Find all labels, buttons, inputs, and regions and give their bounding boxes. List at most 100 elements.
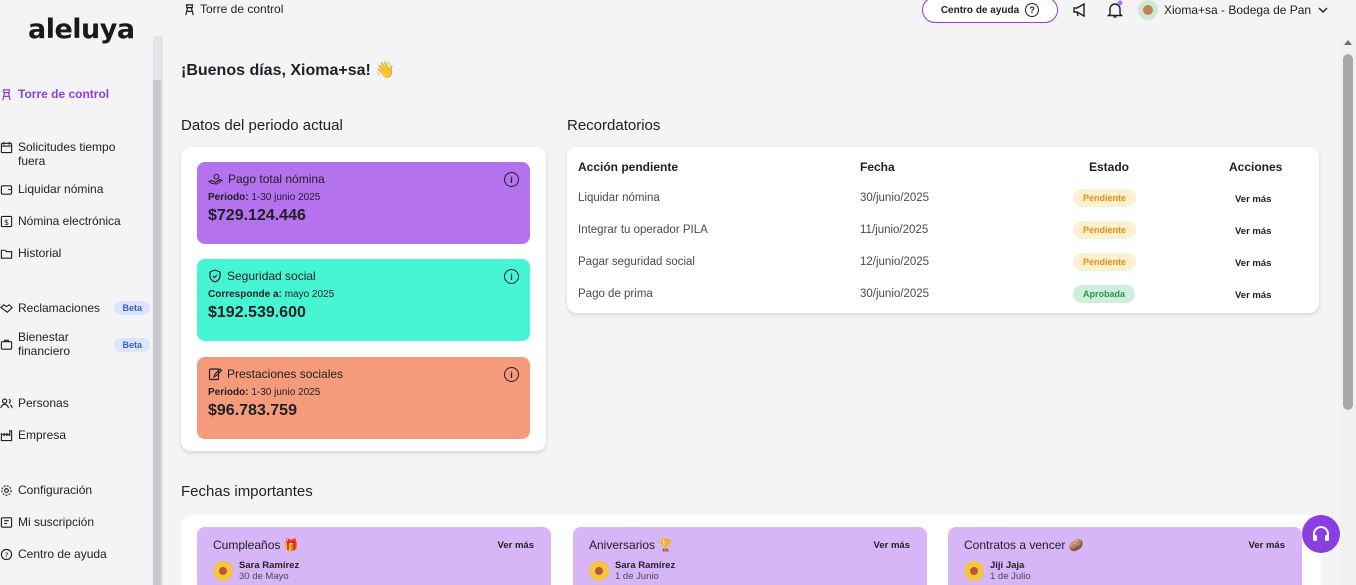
sidebar: aleluya Torre de control Solicitudes tie… bbox=[0, 0, 163, 585]
person-entry: Jiji Jaja 1 de Julio bbox=[964, 560, 1031, 582]
greeting-heading: ¡Buenos días, Xioma+sa! 👋 bbox=[181, 62, 396, 79]
svg-text:?: ? bbox=[5, 550, 9, 559]
sidebar-item-label: Personas bbox=[18, 396, 69, 410]
ver-mas-link[interactable]: Ver más bbox=[1235, 258, 1271, 269]
scroll-up-icon[interactable] bbox=[1344, 40, 1352, 45]
card-title: Contratos a vencer 🥔 bbox=[964, 538, 1084, 552]
beta-badge: Beta bbox=[114, 338, 150, 352]
ver-mas-link[interactable]: Ver más bbox=[874, 540, 910, 551]
help-circle-icon: ? bbox=[0, 548, 13, 561]
column-header-date: Fecha bbox=[860, 160, 895, 174]
info-icon[interactable]: i bbox=[504, 269, 519, 284]
ver-mas-link[interactable]: Ver más bbox=[1235, 290, 1271, 301]
main-scroll-thumb[interactable] bbox=[1343, 54, 1353, 410]
card-title: Cumpleaños 🎁 bbox=[213, 538, 299, 552]
chevron-down-icon bbox=[1318, 7, 1328, 13]
sidebar-item-solicitudes[interactable]: Solicitudes tiempo fuera bbox=[0, 140, 150, 168]
sidebar-item-configuracion[interactable]: Configuración bbox=[0, 483, 150, 497]
aleluya-logo[interactable]: aleluya bbox=[28, 14, 135, 45]
status-badge: Pendiente bbox=[1073, 189, 1137, 207]
support-chat-button[interactable] bbox=[1302, 515, 1340, 553]
sidebar-item-label: Historial bbox=[18, 246, 62, 260]
sidebar-item-label: Solicitudes tiempo fuera bbox=[18, 140, 116, 168]
svg-text:$: $ bbox=[4, 217, 9, 227]
reminder-date: 11/junio/2025 bbox=[860, 224, 929, 236]
breadcrumb-label: Torre de control bbox=[200, 2, 284, 16]
dollar-doc-icon: $ bbox=[0, 215, 13, 228]
expiring-contracts-card[interactable]: Contratos a vencer 🥔 Ver más Jiji Jaja 1 … bbox=[948, 527, 1302, 585]
card-title: Prestaciones sociales bbox=[227, 367, 344, 381]
sidebar-item-nomina-electronica[interactable]: $ Nómina electrónica bbox=[0, 214, 150, 228]
sidebar-item-label: Liquidar nómina bbox=[18, 182, 104, 196]
handshake-icon bbox=[0, 304, 13, 313]
social-benefits-card[interactable]: Prestaciones sociales i Periodo: 1-30 ju… bbox=[197, 357, 530, 439]
sidebar-item-label: Torre de control bbox=[18, 87, 110, 101]
sidebar-item-label: Nómina electrónica bbox=[18, 214, 121, 228]
sidebar-scroll-thumb[interactable] bbox=[153, 80, 161, 585]
column-header-actions: Acciones bbox=[1229, 160, 1283, 174]
sidebar-item-label: Centro de ayuda bbox=[18, 547, 107, 561]
sidebar-item-label: Empresa bbox=[18, 428, 67, 442]
info-icon[interactable]: i bbox=[504, 367, 519, 382]
dates-section-title: Fechas importantes bbox=[181, 483, 313, 500]
avatar bbox=[964, 561, 984, 581]
question-icon: ? bbox=[1025, 3, 1040, 17]
column-header-status: Estado bbox=[1089, 160, 1130, 174]
status-badge: Pendiente bbox=[1073, 253, 1137, 271]
user-name: Xioma+sa - Bodega de Pan bbox=[1164, 3, 1312, 17]
ver-mas-link[interactable]: Ver más bbox=[1235, 194, 1271, 205]
sidebar-item-label: Mi suscripción bbox=[18, 515, 95, 529]
briefcase-icon bbox=[0, 339, 13, 350]
period-label: Corresponde a: bbox=[208, 289, 282, 300]
card-amount: $192.539.600 bbox=[208, 304, 306, 321]
main-scrollbar[interactable] bbox=[1340, 36, 1356, 585]
user-menu[interactable]: Xioma+sa - Bodega de Pan bbox=[1138, 0, 1329, 20]
ver-mas-link[interactable]: Ver más bbox=[498, 540, 534, 551]
sidebar-item-centro-de-ayuda[interactable]: ? Centro de ayuda bbox=[0, 547, 150, 561]
period-value: 1-30 junio 2025 bbox=[251, 192, 321, 203]
birthdays-card[interactable]: Cumpleaños 🎁 Ver más Sara Ramírez 30 de M… bbox=[197, 527, 551, 585]
help-center-button[interactable]: Centro de ayuda ? bbox=[922, 0, 1058, 23]
money-hand-icon bbox=[208, 173, 223, 185]
period-label: Periodo: bbox=[208, 192, 249, 203]
megaphone-icon[interactable] bbox=[1071, 0, 1091, 20]
subscription-icon bbox=[0, 517, 13, 528]
top-header: Torre de control Centro de ayuda ? Xioma… bbox=[163, 0, 1343, 36]
sidebar-item-empresa[interactable]: Empresa bbox=[0, 428, 150, 442]
info-icon[interactable]: i bbox=[504, 172, 519, 187]
sidebar-item-bienestar[interactable]: Bienestar financiero Beta bbox=[0, 330, 150, 358]
person-date: 1 de Junio bbox=[615, 571, 659, 582]
sidebar-scrollbar[interactable] bbox=[153, 36, 163, 585]
card-title: Aniversarios 🏆 bbox=[589, 538, 674, 552]
reminder-action: Pagar seguridad social bbox=[578, 256, 695, 268]
ver-mas-link[interactable]: Ver más bbox=[1249, 540, 1285, 551]
sidebar-item-mi-suscripcion[interactable]: Mi suscripción bbox=[0, 515, 150, 529]
anniversaries-card[interactable]: Aniversarios 🏆 Ver más Sara Ramírez 1 de … bbox=[573, 527, 927, 585]
person-name: Jiji Jaja bbox=[990, 560, 1025, 571]
sidebar-item-personas[interactable]: Personas bbox=[0, 396, 150, 410]
reminders-section-title: Recordatorios bbox=[567, 117, 661, 134]
reminder-date: 12/junio/2025 bbox=[860, 256, 930, 268]
sidebar-item-reclamaciones[interactable]: Reclamaciones Beta bbox=[0, 301, 150, 315]
beta-badge: Beta bbox=[114, 301, 150, 315]
sidebar-item-liquidar-nomina[interactable]: Liquidar nómina bbox=[0, 182, 150, 196]
help-center-label: Centro de ayuda bbox=[940, 4, 1020, 16]
factory-icon bbox=[0, 430, 13, 442]
avatar bbox=[1138, 0, 1158, 20]
reminder-action: Integrar tu operador PILA bbox=[578, 224, 708, 236]
gear-icon bbox=[1, 485, 12, 496]
period-section-title: Datos del periodo actual bbox=[181, 117, 343, 134]
sidebar-item-label: Bienestar financiero bbox=[18, 330, 71, 358]
payroll-total-card[interactable]: Pago total nómina i Periodo: 1-30 junio … bbox=[197, 162, 530, 244]
person-entry: Sara Ramírez 30 de Mayo bbox=[213, 560, 299, 582]
social-security-card[interactable]: Seguridad social i Corresponde a: mayo 2… bbox=[197, 259, 530, 341]
sidebar-item-historial[interactable]: Historial bbox=[0, 246, 150, 260]
person-entry: Sara Ramírez 1 de Junio bbox=[589, 560, 675, 582]
sidebar-item-torre-de-control[interactable]: Torre de control bbox=[0, 87, 150, 101]
sidebar-item-label: Reclamaciones bbox=[18, 301, 101, 315]
ver-mas-link[interactable]: Ver más bbox=[1235, 226, 1271, 237]
reminder-date: 30/junio/2025 bbox=[860, 192, 930, 204]
card-amount: $729.124.446 bbox=[208, 207, 306, 224]
breadcrumb: Torre de control bbox=[183, 2, 283, 16]
bell-icon[interactable] bbox=[1105, 0, 1125, 20]
